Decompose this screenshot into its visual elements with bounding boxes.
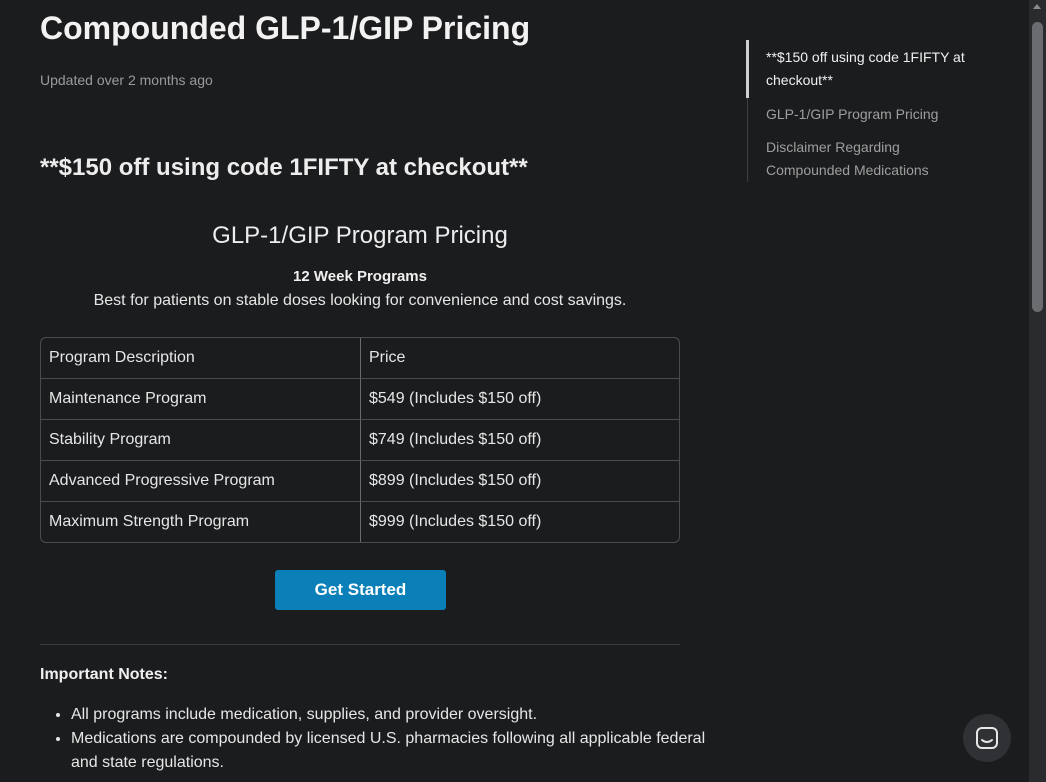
table-header-cell: Program Description [41, 338, 361, 379]
program-subheading: 12 Week Programs [293, 268, 427, 285]
divider [40, 644, 680, 645]
scrollbar-thumb[interactable] [1032, 22, 1043, 312]
get-started-button[interactable]: Get Started [275, 570, 446, 610]
updated-timestamp: Updated over 2 months ago [40, 72, 213, 88]
table-row: Maintenance Program $549 (Includes $150 … [41, 379, 679, 420]
program-price-cell: $999 (Includes $150 off) [369, 513, 542, 530]
program-price-cell: $899 (Includes $150 off) [361, 461, 679, 502]
notes-list: All programs include medication, supplie… [40, 703, 711, 775]
program-description: Best for patients on stable doses lookin… [93, 292, 627, 309]
table-row: Advanced Progressive Program $899 (Inclu… [41, 461, 679, 502]
toc-item-disclaimer[interactable]: Disclaimer Regarding Compounded Medicati… [748, 131, 978, 182]
table-of-contents: **$150 off using code 1FIFTY at checkout… [746, 40, 978, 182]
list-item: All programs include medication, supplie… [71, 703, 711, 727]
promo-heading: **$150 off using code 1FIFTY at checkout… [40, 154, 528, 181]
vertical-scrollbar[interactable] [1029, 0, 1046, 782]
program-name-cell: Advanced Progressive Program [41, 461, 361, 502]
program-name-cell: Maintenance Program [41, 379, 361, 420]
table-row: Maximum Strength Program $999 (Includes … [41, 502, 679, 542]
section-title: GLP-1/GIP Program Pricing [212, 222, 508, 249]
notes-heading: Important Notes: [40, 666, 168, 683]
program-price-cell: $749 (Includes $150 off) [361, 420, 679, 461]
program-name-cell: Stability Program [41, 420, 361, 461]
table-header-cell: Price [361, 338, 679, 379]
scroll-up-arrow-icon[interactable] [1033, 4, 1041, 9]
program-name-cell: Maximum Strength Program [41, 502, 361, 542]
list-item: Medications are compounded by licensed U… [71, 727, 711, 775]
chat-launcher-button[interactable] [963, 714, 1011, 762]
chat-bubble-icon [976, 727, 998, 749]
toc-item-promo[interactable]: **$150 off using code 1FIFTY at checkout… [746, 40, 978, 98]
page-title: Compounded GLP-1/GIP Pricing [40, 10, 531, 46]
table-row: Stability Program $749 (Includes $150 of… [41, 420, 679, 461]
pricing-table: Program Description Price Maintenance Pr… [40, 337, 680, 543]
table-header-row: Program Description Price [41, 338, 679, 379]
toc-item-program-pricing[interactable]: GLP-1/GIP Program Pricing [748, 98, 978, 131]
program-price-cell: $549 (Includes $150 off) [361, 379, 679, 420]
